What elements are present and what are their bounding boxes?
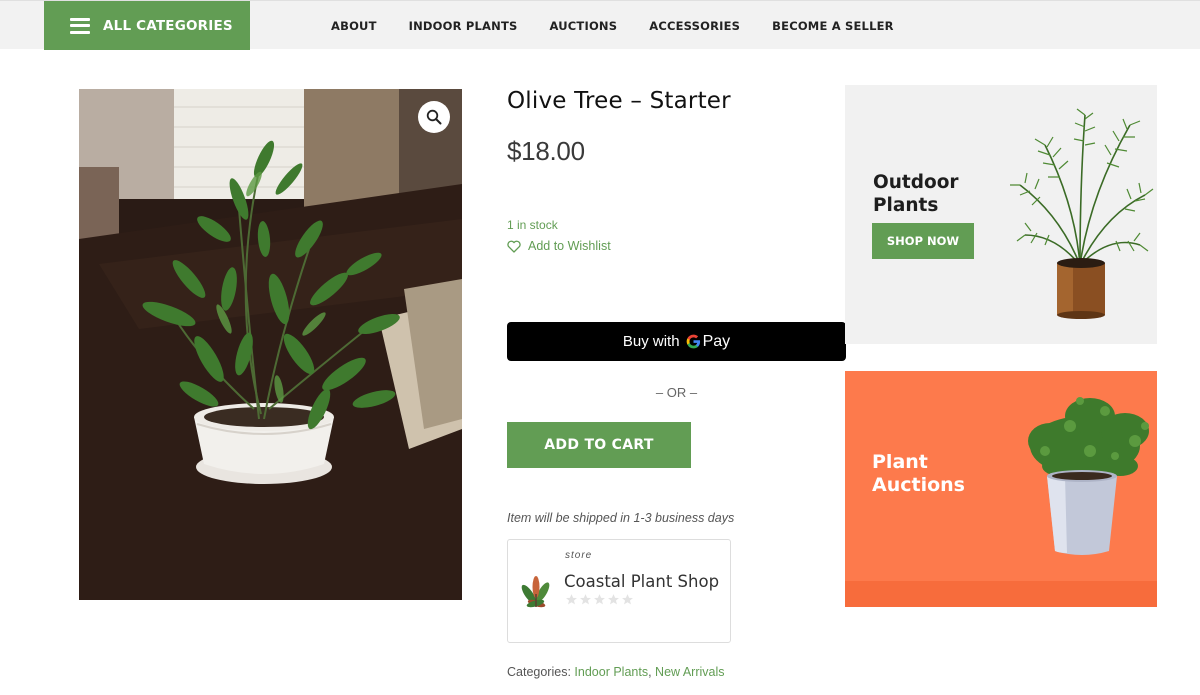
- heart-icon: [507, 240, 521, 253]
- product-categories: Categories: Indoor Plants, New Arrivals: [507, 665, 725, 679]
- main-menu: ABOUT INDOOR PLANTS AUCTIONS ACCESSORIES…: [331, 1, 926, 50]
- menu-item-accessories[interactable]: ACCESSORIES: [649, 19, 740, 33]
- auctions-banner-line1: Plant: [872, 451, 928, 473]
- store-rating: [565, 593, 635, 606]
- star-icon: [594, 594, 605, 605]
- star-icon: [580, 594, 591, 605]
- star-icon: [608, 594, 619, 605]
- store-kicker: store: [565, 550, 593, 561]
- product-price: $18.00: [507, 136, 585, 166]
- menu-item-about[interactable]: ABOUT: [331, 19, 377, 33]
- shipping-note: Item will be shipped in 1-3 business day…: [507, 511, 735, 525]
- google-g-icon: [686, 334, 700, 349]
- zoom-button[interactable]: [418, 101, 450, 133]
- outdoor-banner-title: Outdoor Plants: [873, 171, 959, 217]
- top-navbar: ALL CATEGORIES ABOUT INDOOR PLANTS AUCTI…: [0, 0, 1200, 50]
- hamburger-icon: [70, 17, 90, 34]
- store-card[interactable]: store Coastal Plant Shop: [507, 539, 731, 643]
- wishlist-label: Add to Wishlist: [528, 239, 611, 253]
- auctions-banner-line2: Auctions: [872, 474, 965, 496]
- magnifier-icon: [426, 109, 442, 125]
- categories-label: Categories:: [507, 665, 571, 679]
- or-divider: – OR –: [655, 385, 698, 400]
- add-to-cart-button[interactable]: ADD TO CART: [507, 422, 691, 468]
- google-pay-button[interactable]: Buy with Pay: [507, 322, 846, 361]
- category-link-indoor-plants[interactable]: Indoor Plants: [574, 665, 648, 679]
- product-image[interactable]: [79, 89, 462, 600]
- add-to-wishlist-link[interactable]: Add to Wishlist: [507, 239, 611, 253]
- store-name: Coastal Plant Shop: [564, 572, 720, 591]
- auctions-banner-title: Plant Auctions: [872, 451, 965, 497]
- shop-now-button[interactable]: SHOP NOW: [872, 223, 974, 259]
- gpay-label: Buy with: [622, 333, 680, 350]
- plant-auctions-banner[interactable]: Plant Auctions: [845, 371, 1157, 607]
- product-title: Olive Tree – Starter: [507, 88, 731, 114]
- menu-item-indoor-plants[interactable]: INDOOR PLANTS: [409, 19, 518, 33]
- store-logo-icon: [521, 576, 550, 608]
- menu-item-become-a-seller[interactable]: BECOME A SELLER: [772, 19, 894, 33]
- gpay-brand: Pay: [702, 332, 731, 350]
- all-categories-button[interactable]: ALL CATEGORIES: [44, 1, 250, 50]
- olive-plant-photo: [79, 89, 462, 600]
- outdoor-banner-line1: Outdoor: [873, 172, 959, 193]
- menu-item-auctions[interactable]: AUCTIONS: [550, 19, 618, 33]
- star-icon: [566, 594, 577, 605]
- all-categories-label: ALL CATEGORIES: [103, 17, 233, 34]
- category-separator: ,: [648, 665, 656, 679]
- outdoor-banner-line2: Plants: [873, 195, 939, 216]
- outdoor-plants-banner[interactable]: Outdoor Plants SHOP NOW: [845, 85, 1157, 344]
- stock-status: 1 in stock: [507, 218, 558, 232]
- star-icon: [622, 594, 633, 605]
- category-link-new-arrivals[interactable]: New Arrivals: [655, 665, 724, 679]
